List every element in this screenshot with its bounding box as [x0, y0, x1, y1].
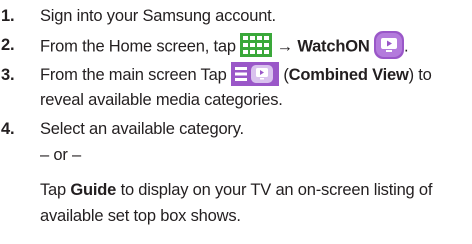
- step-4-text: Select an available category.: [40, 120, 244, 138]
- step-4-number: 4.: [1, 120, 15, 138]
- step-3-line-2: reveal available media categories.: [40, 91, 283, 109]
- arrow-glyph: →: [276, 37, 294, 56]
- step-2-text: From the Home screen, tap: [40, 37, 236, 56]
- apps-grid-icon: [240, 33, 273, 57]
- watchon-label: WatchON: [297, 37, 370, 56]
- guide-prefix: Tap: [40, 181, 67, 199]
- step-2-period: .: [403, 37, 409, 56]
- step-2-line: From the Home screen, tap → WatchON .: [40, 31, 409, 61]
- guide-suffix: to display on your TV an on-screen listi…: [120, 181, 433, 199]
- watchon-app-icon: [373, 31, 404, 59]
- guide-line: Tap Guide to display on your TV an on-sc…: [40, 178, 432, 202]
- step-3-tail: ) to: [408, 66, 432, 84]
- combined-view-icon: [230, 61, 279, 86]
- instruction-list: 1. Sign into your Samsung account. 2. Fr…: [0, 0, 472, 244]
- step-1-number: 1.: [1, 7, 15, 25]
- step-1-text: Sign into your Samsung account.: [40, 7, 276, 25]
- guide-label: Guide: [70, 181, 117, 199]
- step-2-number: 2.: [1, 36, 15, 54]
- or-separator: – or –: [40, 146, 81, 164]
- combined-view-label: Combined View: [288, 66, 409, 84]
- step-3-text: From the main screen Tap: [40, 66, 227, 84]
- step-3-number: 3.: [1, 66, 15, 84]
- guide-line-2: available set top box shows.: [40, 207, 241, 225]
- step-3-line: From the main screen Tap (Combined View)…: [40, 61, 432, 88]
